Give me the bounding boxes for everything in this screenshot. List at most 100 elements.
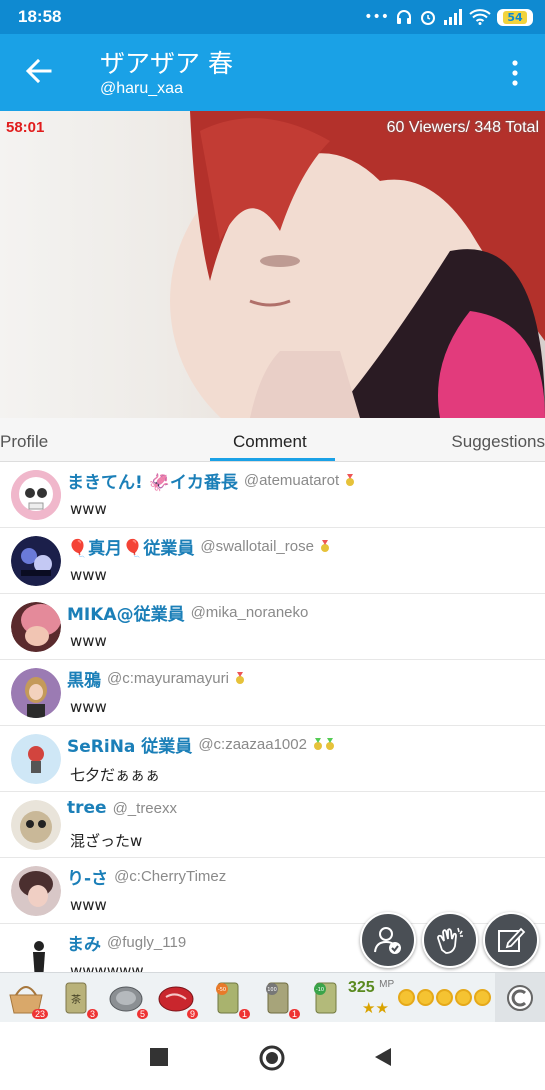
comment-text: 七夕だぁぁぁ	[70, 766, 161, 784]
streamer-video-frame	[170, 111, 545, 418]
headphones-icon	[397, 10, 411, 24]
status-bar: 18:58 ••• 54	[0, 0, 545, 34]
comment-item[interactable]: まきてん! 🦑イカ番長 @atemuatarot www	[0, 462, 545, 528]
coin-meter	[398, 989, 491, 1006]
signal-icon	[444, 9, 462, 25]
night-scene-avatar-image	[11, 536, 61, 586]
overflow-menu-icon[interactable]	[507, 58, 523, 88]
avatar[interactable]	[11, 734, 61, 784]
coin-shop-button[interactable]	[495, 973, 545, 1023]
gift-basket[interactable]: 23	[6, 977, 48, 1019]
coin-icon	[436, 989, 453, 1006]
gift-label: 100	[267, 987, 277, 993]
figure-avatar-image	[11, 932, 61, 972]
gift-tea[interactable]: 茶 3	[56, 977, 98, 1019]
gift-label: -50	[218, 987, 226, 993]
skull-avatar-image	[11, 470, 61, 520]
comment-text: www	[70, 896, 107, 914]
avatar[interactable]	[11, 668, 61, 718]
character-avatar-image	[11, 668, 61, 718]
clap-icon	[437, 927, 463, 954]
commenter-handle: @_treexx	[112, 799, 177, 817]
tab-bar: Profile Comment Suggestions	[0, 418, 545, 462]
battery-icon: 54	[497, 8, 533, 26]
avatar[interactable]	[11, 932, 61, 972]
active-tab-indicator	[210, 458, 335, 461]
gift-tea-100[interactable]: 100 1	[258, 977, 300, 1019]
comment-item[interactable]: り-さ @c:CherryTimez www	[0, 858, 545, 924]
comment-item[interactable]: SeRiNa 従業員 @c:zaazaa1002 七夕だぁぁぁ	[0, 726, 545, 792]
live-video[interactable]: 58:01 60 Viewers/ 348 Total	[0, 111, 545, 418]
comment-text: www	[70, 566, 107, 584]
comment-item[interactable]: 黒鴉 @c:mayuramayuri www	[0, 660, 545, 726]
avatar[interactable]	[11, 470, 61, 520]
home-circle-icon[interactable]	[259, 1045, 285, 1071]
page-title: ザアザア 春	[100, 49, 233, 78]
more-dots-icon: •••	[364, 9, 389, 25]
status-icons: ••• 54	[364, 8, 533, 26]
avatar[interactable]	[11, 866, 61, 916]
comment-item[interactable]: 🎈真月🎈従業員 @swallotail_rose www	[0, 528, 545, 594]
commenter-name: tree	[67, 798, 107, 818]
comment-text: www	[70, 698, 107, 716]
status-time: 18:58	[18, 7, 62, 26]
coin-icon	[474, 989, 491, 1006]
rank-stars: ★★	[362, 999, 389, 1017]
points-balance: 325 MP	[348, 979, 394, 997]
comment-text: 混ざったw	[70, 832, 143, 850]
follow-button[interactable]	[360, 912, 416, 968]
gift-steak[interactable]: 9	[156, 977, 198, 1019]
girl-avatar-image	[11, 866, 61, 916]
comment-item[interactable]: tree @_treexx 混ざったw	[0, 792, 545, 858]
app-bar: ザアザア 春 @haru_xaa	[0, 34, 545, 111]
tab-profile[interactable]: Profile	[0, 432, 48, 452]
clap-button[interactable]	[422, 912, 478, 968]
commenter-name: まきてん! 🦑イカ番長	[67, 473, 238, 493]
recents-square-icon[interactable]	[150, 1048, 168, 1066]
comment-text: wwwwww	[70, 962, 144, 972]
avatar[interactable]	[11, 536, 61, 586]
avatar[interactable]	[11, 800, 61, 850]
broadcaster-handle: @haru_xaa	[100, 80, 183, 97]
commenter-handle: @c:CherryTimez	[114, 868, 227, 885]
coin-icon	[455, 989, 472, 1006]
commenter-handle: @mika_noraneko	[190, 604, 309, 621]
gift-disc[interactable]: 5	[106, 977, 148, 1019]
coin-icon	[398, 989, 415, 1006]
commenter-handle: @fugly_119	[107, 934, 187, 951]
back-triangle-icon[interactable]	[374, 1048, 392, 1066]
avatar[interactable]	[11, 602, 61, 652]
comment-item[interactable]: MIKA@従業員 @mika_noraneko www	[0, 594, 545, 660]
medal-badge-icon	[320, 539, 329, 552]
gift-count: 5	[136, 1009, 148, 1019]
commenter-name: まみ	[67, 935, 101, 955]
coin-icon	[417, 989, 434, 1006]
tab-comment[interactable]: Comment	[233, 432, 307, 452]
back-arrow-icon[interactable]	[22, 54, 56, 88]
app-root: 18:58 ••• 54 ザアザア 春 @haru_xaa 58:01 60 V…	[0, 0, 545, 1090]
comment-list[interactable]: まきてん! 🦑イカ番長 @atemuatarot www 🎈真月🎈従業員 @sw…	[0, 462, 545, 972]
system-nav-bar	[0, 1022, 545, 1090]
write-comment-button[interactable]	[483, 912, 539, 968]
pink-hair-avatar-image	[11, 602, 61, 652]
tea-can-gift-icon: -10	[314, 982, 337, 1014]
gift-label: -10	[316, 987, 324, 993]
live-timer: 58:01	[6, 119, 45, 136]
user-check-icon	[374, 927, 401, 954]
gift-tea-minus50[interactable]: -50 1	[208, 977, 250, 1019]
gift-count: 23	[31, 1009, 48, 1019]
commenter-handle: @atemuatarot	[243, 472, 340, 489]
plush-avatar-image	[11, 800, 61, 850]
points-unit: MP	[379, 979, 395, 990]
viewer-count: 60 Viewers/ 348 Total	[386, 119, 539, 136]
gift-count: 1	[288, 1009, 300, 1019]
tab-suggestions[interactable]: Suggestions	[451, 432, 545, 452]
gift-label: 茶	[71, 993, 81, 1006]
commenter-name: 黒鴉	[67, 671, 101, 691]
commenter-handle: @swallotail_rose	[200, 538, 314, 555]
battery-level: 54	[503, 10, 527, 24]
coin-c-icon	[507, 985, 533, 1011]
commenter-name: SeRiNa 従業員	[67, 737, 193, 757]
gift-tea-minus10[interactable]: -10	[306, 977, 346, 1019]
commenter-name: り-さ	[67, 869, 109, 889]
